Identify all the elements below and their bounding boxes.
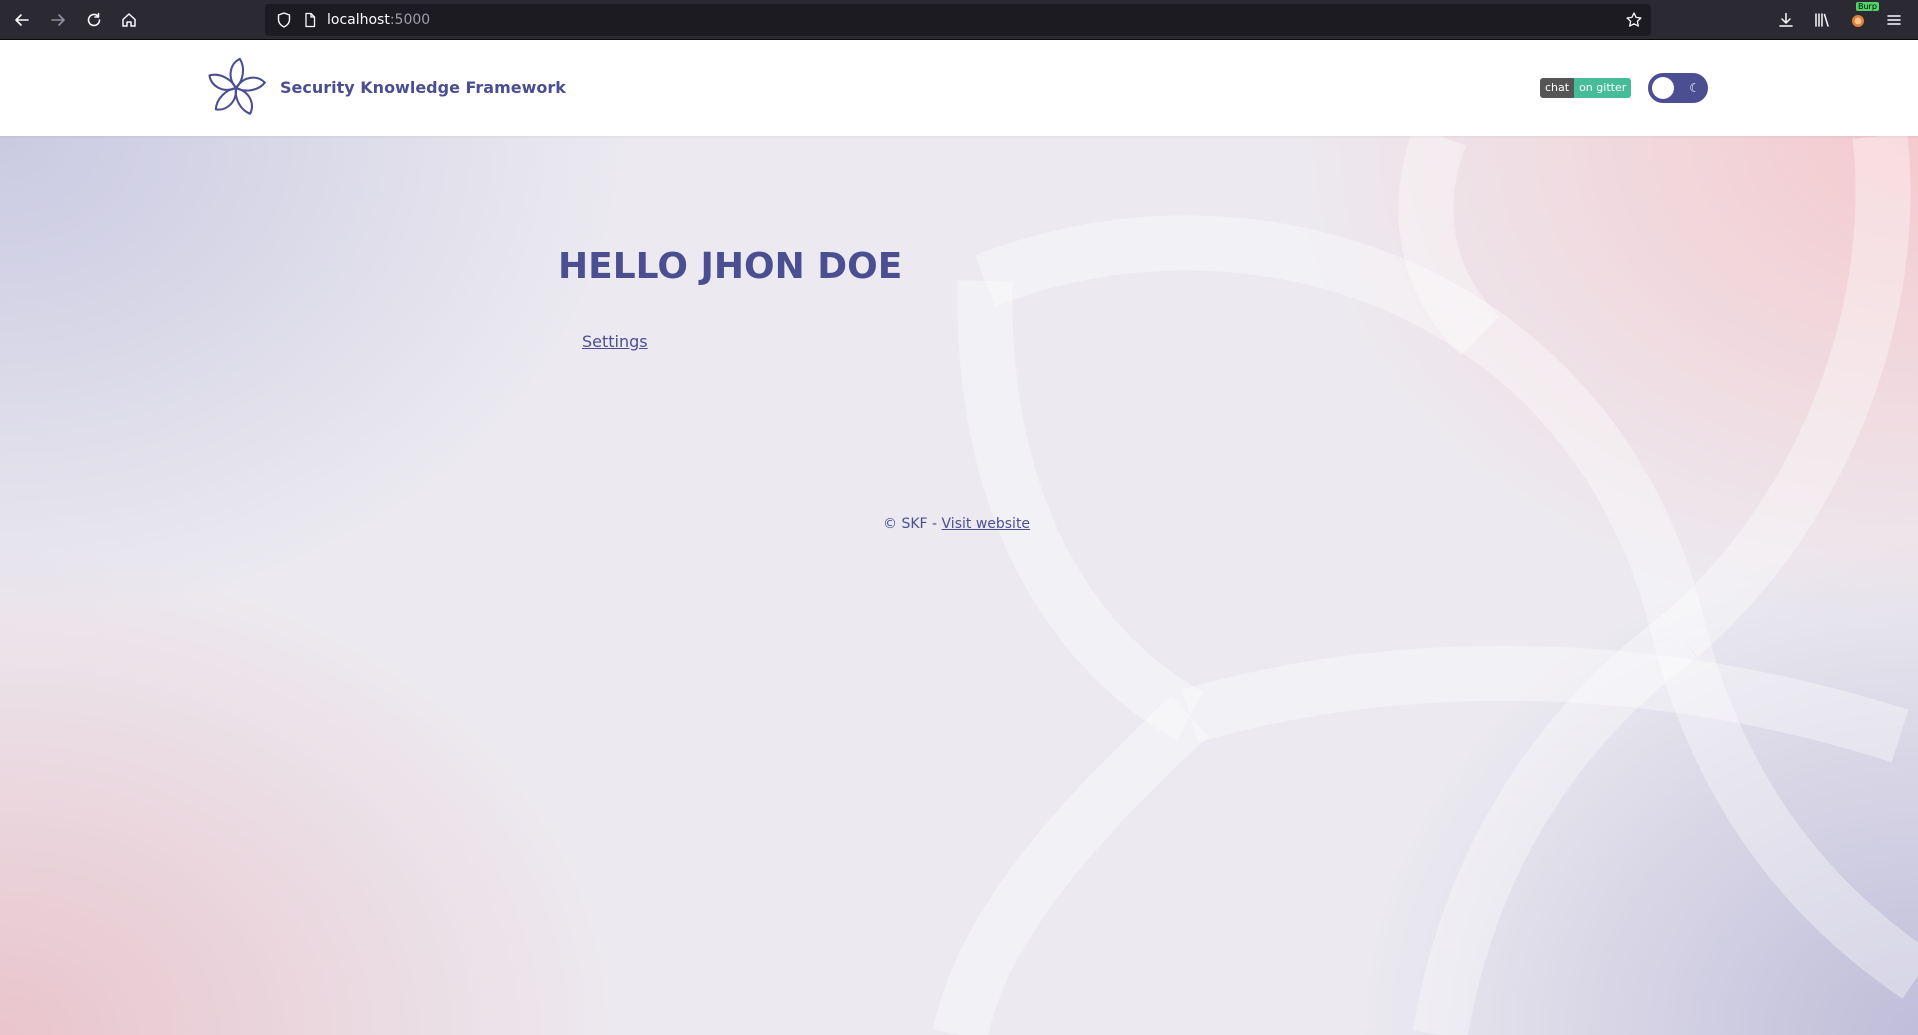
url-text[interactable]: localhost:5000 [327,12,430,28]
library-icon [1815,13,1829,27]
back-button[interactable] [8,6,36,34]
hamburger-menu-icon [1887,15,1901,25]
url-host: localhost [327,12,390,28]
page-icon [305,12,316,28]
home-icon [122,13,136,27]
footer-copyright: © SKF - [883,516,942,532]
settings-link[interactable]: Settings [582,332,648,351]
forward-arrow-icon [51,14,65,26]
app-header: Security Knowledge Framework chat on git… [0,40,1918,136]
gitter-badge-status: on gitter [1574,78,1632,98]
library-button[interactable] [1808,6,1836,34]
url-bar[interactable]: localhost:5000 [265,4,1651,36]
visit-website-link[interactable]: Visit website [942,516,1031,532]
burp-extension-icon [1852,15,1864,27]
extension-badge: Burp [1856,2,1879,11]
background-petals [933,136,1918,1035]
footer: © SKF - Visit website [883,516,1030,532]
greeting-heading: HELLO JHON DOE [558,246,903,287]
gitter-chat-badge[interactable]: chat on gitter [1540,78,1632,98]
star-icon[interactable] [1625,11,1643,29]
browser-toolbar: localhost:5000 Burp [0,0,1918,40]
reload-icon [87,12,101,27]
reload-button[interactable] [80,6,108,34]
brand-title[interactable]: Security Knowledge Framework [280,78,566,97]
gitter-badge-label: chat [1540,78,1575,98]
moon-icon: ☾ [1689,81,1700,95]
back-arrow-icon [15,14,29,26]
flower-logo-icon[interactable] [205,55,267,121]
url-port: :5000 [389,12,431,28]
app-menu-button[interactable] [1880,6,1908,34]
theme-toggle[interactable]: ☾ [1648,73,1708,103]
download-icon [1779,12,1793,27]
home-button[interactable] [115,6,143,34]
main-content: HELLO JHON DOE Settings © SKF - Visit we… [0,136,1918,1035]
shield-icon[interactable] [275,11,293,29]
forward-button[interactable] [44,6,72,34]
toggle-knob [1652,77,1674,99]
downloads-button[interactable] [1772,6,1800,34]
